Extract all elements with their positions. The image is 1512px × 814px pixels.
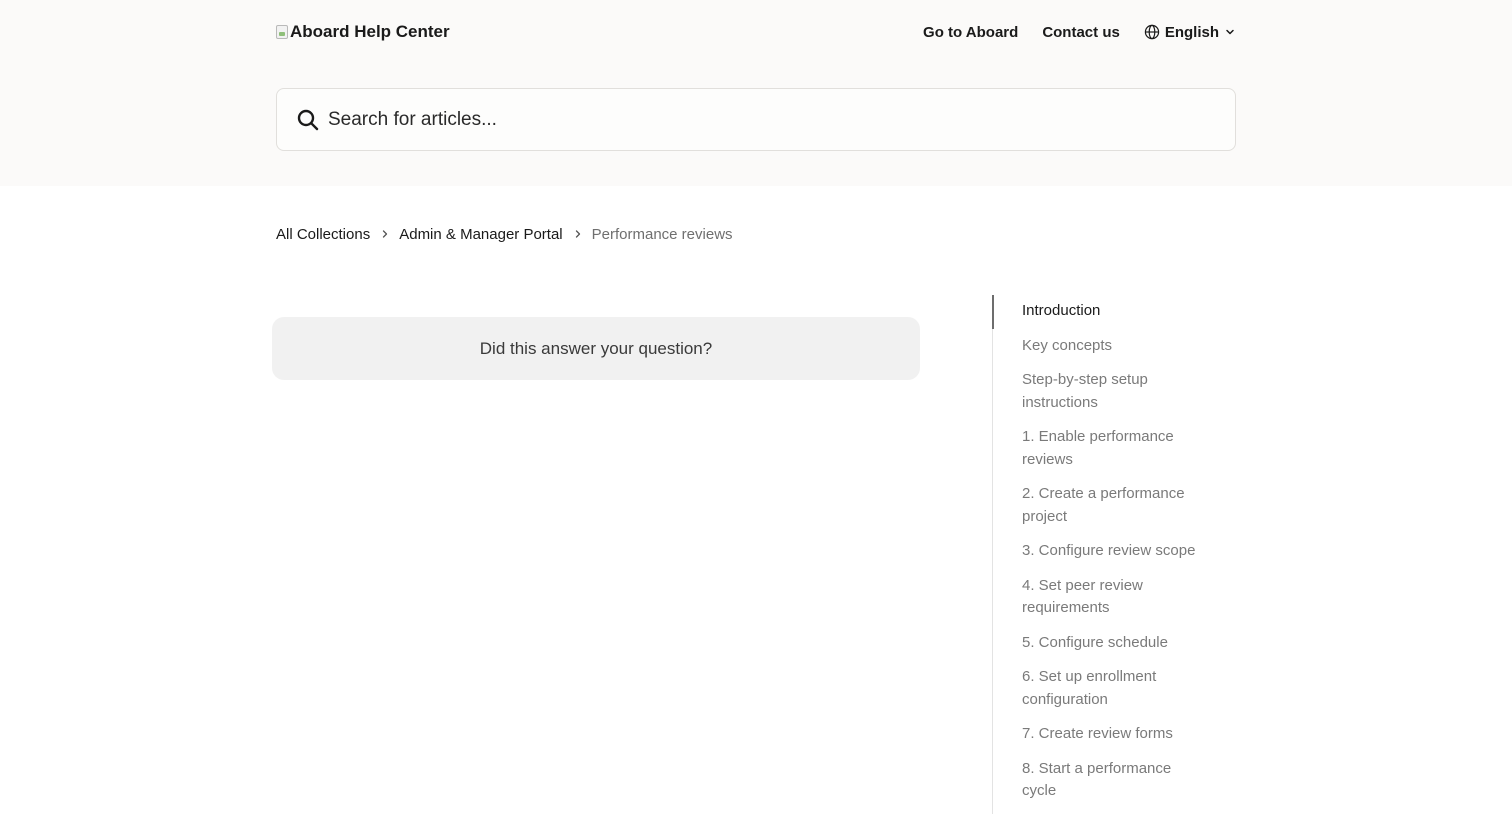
feedback-question: Did this answer your question? <box>479 338 713 358</box>
toc-item-introduction[interactable]: Introduction <box>1022 300 1207 323</box>
breadcrumb-current-page: Performance reviews <box>591 225 733 243</box>
page-header: Aboard Help Center Go to Aboard Contact … <box>0 0 1512 186</box>
feedback-box: Did this answer your question? <box>272 317 920 380</box>
chevron-right-icon <box>380 229 390 239</box>
toc-item-setup-instructions[interactable]: Step-by-step setup instructions <box>1022 369 1207 414</box>
chevron-down-icon <box>1226 29 1234 35</box>
search-input[interactable] <box>328 108 1188 131</box>
toc-item-enable-reviews[interactable]: 1. Enable performance reviews <box>1022 426 1207 471</box>
toc-item-start-cycle[interactable]: 8. Start a performance cycle <box>1022 758 1207 803</box>
contact-us-link[interactable]: Contact us <box>1042 24 1120 41</box>
toc-item-key-concepts[interactable]: Key concepts <box>1022 335 1207 358</box>
table-of-contents: Introduction Key concepts Step-by-step s… <box>992 295 1223 814</box>
logo-image-icon <box>276 25 288 39</box>
globe-icon <box>1144 24 1160 40</box>
toc-item-schedule[interactable]: 5. Configure schedule <box>1022 632 1207 655</box>
toc-item-peer-review[interactable]: 4. Set peer review requirements <box>1022 575 1207 620</box>
toc-list: Introduction Key concepts Step-by-step s… <box>993 300 1223 803</box>
breadcrumb-admin-manager-portal[interactable]: Admin & Manager Portal <box>399 226 562 243</box>
toc-item-create-project[interactable]: 2. Create a performance project <box>1022 483 1207 528</box>
top-nav: Go to Aboard Contact us English <box>923 20 1236 44</box>
logo-text: Aboard Help Center <box>290 22 450 41</box>
toc-item-review-scope[interactable]: 3. Configure review scope <box>1022 540 1207 563</box>
toc-active-indicator <box>992 295 994 329</box>
toc-item-review-forms[interactable]: 7. Create review forms <box>1022 723 1207 746</box>
search-icon <box>297 109 319 130</box>
language-selector[interactable]: English <box>1144 24 1236 41</box>
search-bar[interactable] <box>276 88 1236 151</box>
breadcrumb-all-collections[interactable]: All Collections <box>276 226 370 243</box>
breadcrumb: All Collections Admin & Manager Portal P… <box>276 224 733 244</box>
logo[interactable]: Aboard Help Center <box>276 20 450 44</box>
chevron-right-icon <box>573 229 583 239</box>
language-label: English <box>1164 23 1219 41</box>
go-to-aboard-link[interactable]: Go to Aboard <box>923 24 1018 41</box>
toc-item-enrollment[interactable]: 6. Set up enrollment configuration <box>1022 666 1207 711</box>
